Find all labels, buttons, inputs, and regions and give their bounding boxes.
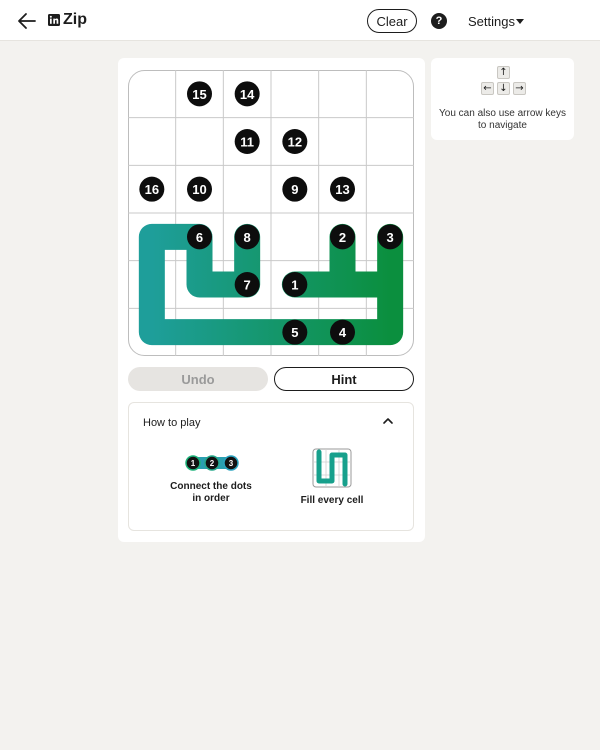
number-dot-label: 7 [244,278,251,293]
keyboard-hint-card: ↑ ← ↓ → You can also use arrow keys to n… [431,58,574,140]
chevron-up-icon[interactable] [381,416,395,426]
number-dot-label: 15 [192,87,206,102]
number-dot-6[interactable]: 6 [187,224,212,250]
number-dot-5[interactable]: 5 [282,319,308,345]
number-dot-11[interactable]: 11 [234,129,260,154]
number-dot-label: 3 [387,230,394,245]
how-to-play-title: How to play [143,417,201,429]
number-dot-2[interactable]: 2 [330,224,355,250]
caret-down-icon[interactable] [516,19,524,24]
tip-dot-3: 3 [229,459,234,468]
number-dot-label: 12 [288,135,302,150]
arrow-down-key-icon: ↓ [497,82,510,95]
number-dot-1[interactable]: 1 [282,272,308,297]
number-dot-label: 1 [291,278,298,293]
linkedin-logo-icon [48,14,60,26]
help-icon[interactable]: ? [431,13,447,29]
arrow-right-key-icon: → [513,82,526,95]
number-dot-label: 9 [291,182,298,197]
number-dot-label: 8 [244,230,251,245]
zip-board[interactable]: 15 1411 1216 10 9 136 8 2 37 15 4 [128,70,414,356]
settings-menu[interactable]: Settings [468,14,515,29]
number-dot-label: 2 [339,230,346,245]
undo-button[interactable]: Undo [128,367,268,391]
connect-dots-illustration: 1 2 3 [185,455,239,471]
keyboard-hint-text: You can also use arrow keys to navigate [439,108,566,131]
number-dot-15[interactable]: 15 [187,81,212,107]
number-dot-4[interactable]: 4 [330,319,355,345]
app-title: Zip [63,11,87,28]
number-dot-13[interactable]: 13 [330,176,355,202]
number-dot-8[interactable]: 8 [234,224,260,250]
fill-cells-caption: Fill every cell [300,495,364,506]
number-dot-label: 11 [240,135,254,150]
arrow-left-key-icon: ← [481,82,494,95]
number-dot-10[interactable]: 10 [187,176,212,202]
top-bar: Zip Clear ? Settings [0,0,600,41]
hint-button[interactable]: Hint [274,367,414,391]
tip-dot-2: 2 [210,459,215,468]
clear-button[interactable]: Clear [367,9,417,33]
number-dot-7[interactable]: 7 [234,272,260,297]
number-dot-label: 14 [240,87,255,102]
number-dot-label: 10 [192,182,206,197]
arrow-up-key-icon: ↑ [497,66,510,79]
back-arrow-icon[interactable] [14,8,40,34]
number-dot-label: 16 [145,182,159,197]
tip-dot-1: 1 [191,459,196,468]
number-dot-3[interactable]: 3 [377,224,403,250]
arrow-keys-icon: ↑ ← ↓ → [479,66,527,100]
fill-cells-illustration [312,448,352,488]
number-dot-14[interactable]: 14 [234,81,260,107]
how-to-play-panel: How to play 1 2 3 Connect the dots in or… [128,402,414,531]
number-dot-9[interactable]: 9 [282,176,308,202]
number-dot-12[interactable]: 12 [282,129,308,154]
connect-dots-caption: Connect the dots in order [170,481,252,504]
number-dot-16[interactable]: 16 [139,176,165,202]
number-dot-label: 6 [196,230,203,245]
number-dot-label: 4 [339,325,347,340]
number-dot-label: 13 [335,182,349,197]
number-dot-label: 5 [291,325,298,340]
